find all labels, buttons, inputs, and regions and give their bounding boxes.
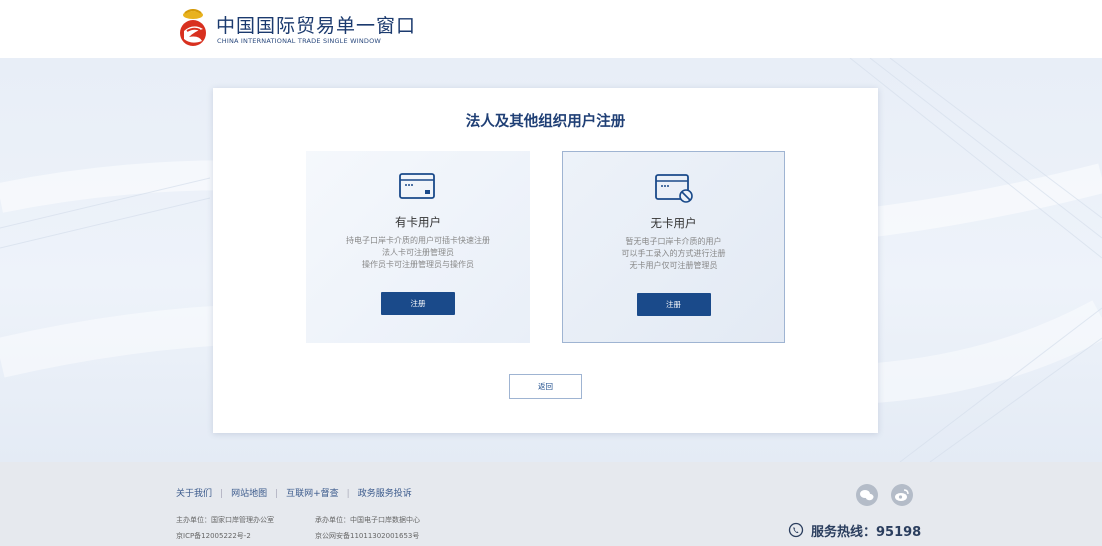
description-line: 操作员卡可注册管理员与操作员 <box>362 260 474 269</box>
footer-link-sitemap[interactable]: 网站地图 <box>231 489 267 499</box>
description-line: 无卡用户仅可注册管理员 <box>629 261 718 270</box>
divider: | <box>346 489 350 499</box>
police-record[interactable]: 京公网安备11011302001653号 <box>315 531 419 541</box>
card-icon <box>399 173 435 199</box>
icp-record[interactable]: 京ICP备12005222号-2 <box>176 532 251 540</box>
phone-icon <box>788 522 804 538</box>
divider: | <box>220 489 224 499</box>
register-panel: 法人及其他组织用户注册 有卡用户 持电子口岸卡介质的用户可插卡快速注册 法人卡可… <box>213 88 878 433</box>
weibo-icon[interactable] <box>891 484 913 506</box>
footer-organizers: 主办单位：国家口岸管理办公室 承办单位：中国电子口岸数据中心 <box>176 515 420 525</box>
footer-link-complaint[interactable]: 政务服务投诉 <box>358 489 412 499</box>
no-card-user-title: 无卡用户 <box>650 216 697 230</box>
card-user-option[interactable]: 有卡用户 持电子口岸卡介质的用户可插卡快速注册 法人卡可注册管理员 操作员卡可注… <box>306 151 530 343</box>
register-without-card-button[interactable]: 注册 <box>636 293 711 316</box>
description-line: 法人卡可注册管理员 <box>382 248 454 257</box>
register-with-card-button[interactable]: 注册 <box>381 292 455 315</box>
logo-icon[interactable] <box>175 9 211 49</box>
brand-title[interactable]: 中国国际贸易单一窗口 <box>216 11 416 38</box>
site-footer: 关于我们 | 网站地图 | 互联网+督查 | 政务服务投诉 主办单位：国家口岸管理办公室 承… <box>0 462 1102 546</box>
no-card-user-option[interactable]: 无卡用户 暂无电子口岸卡介质的用户 可以手工录入的方式进行注册 无卡用户仅可注册… <box>562 151 785 343</box>
description-line: 持电子口岸卡介质的用户可插卡快速注册 <box>346 236 490 245</box>
card-user-description: 持电子口岸卡介质的用户可插卡快速注册 法人卡可注册管理员 操作员卡可注册管理员与… <box>306 235 530 271</box>
service-hotline: 服务热线：95198 <box>811 525 922 540</box>
wechat-icon[interactable] <box>856 484 878 506</box>
footer-link-about[interactable]: 关于我们 <box>176 489 212 499</box>
description-line: 可以手工录入的方式进行注册 <box>621 249 726 258</box>
brand-subtitle: CHINA INTERNATIONAL TRADE SINGLE WINDOW <box>217 37 382 45</box>
footer-records: 京ICP备12005222号-2 京公网安备11011302001653号 <box>176 531 419 541</box>
description-line: 暂无电子口岸卡介质的用户 <box>625 237 722 246</box>
divider: | <box>275 489 279 499</box>
site-header: 中国国际贸易单一窗口 CHINA INTERNATIONAL TRADE SIN… <box>0 0 1102 58</box>
back-button[interactable]: 返回 <box>509 374 582 399</box>
host-org: 主办单位：国家口岸管理办公室 <box>176 516 274 524</box>
page-title: 法人及其他组织用户注册 <box>465 114 626 130</box>
card-user-title: 有卡用户 <box>395 215 441 229</box>
operator-org: 承办单位：中国电子口岸数据中心 <box>315 516 420 524</box>
card-ban-icon <box>654 174 693 203</box>
footer-link-supervision[interactable]: 互联网+督查 <box>286 489 339 499</box>
no-card-user-description: 暂无电子口岸卡介质的用户 可以手工录入的方式进行注册 无卡用户仅可注册管理员 <box>563 236 784 272</box>
footer-links: 关于我们 | 网站地图 | 互联网+督查 | 政务服务投诉 <box>176 486 412 499</box>
